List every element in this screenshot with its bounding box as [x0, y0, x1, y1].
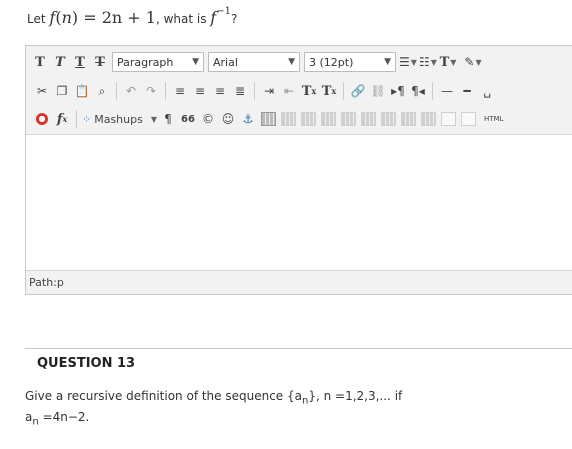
unlink-icon[interactable]: ⛓ [369, 81, 387, 101]
underline-button[interactable]: T [71, 52, 89, 72]
strikethrough-button[interactable]: T [91, 52, 109, 72]
bold-button[interactable]: T [31, 52, 49, 72]
table-row-props-icon[interactable] [279, 109, 297, 129]
insert-col-after-icon[interactable] [399, 109, 417, 129]
align-right-icon[interactable]: ≡ [211, 81, 229, 101]
chevron-down-icon: ▼ [384, 57, 391, 67]
toolbar-row-1: T T T T Paragraph ▼ Arial ▼ 3 (12pt) ▼ ☰ ▼ ☷… [26, 50, 483, 74]
indent-icon[interactable]: ⇥ [260, 81, 278, 101]
previous-question-text: Let f(n) = 2n + 1, what is f−1? [27, 5, 238, 27]
font-family-select[interactable]: Arial ▼ [208, 52, 300, 72]
redo-icon[interactable]: ↷ [142, 81, 160, 101]
math-formula-button[interactable]: fx [53, 109, 71, 129]
chevron-down-icon: ▼ [288, 57, 295, 67]
insert-col-before-icon[interactable] [379, 109, 397, 129]
toolbar-separator [76, 110, 77, 128]
paragraph-format-value: Paragraph [117, 55, 174, 69]
toolbar-separator [432, 82, 433, 100]
horizontal-rule-icon[interactable]: — [438, 81, 456, 101]
outdent-icon[interactable]: ⇤ [280, 81, 298, 101]
path-value[interactable]: p [57, 276, 64, 289]
toolbar-separator [343, 82, 344, 100]
align-justify-icon[interactable]: ≣ [231, 81, 249, 101]
question-heading: QUESTION 13 [37, 356, 136, 371]
copy-icon[interactable]: ❐ [53, 81, 71, 101]
toolbar-row-3: ● fx ⁘ Mashups ▼ ¶ 66 © ☺ ⚓ HTML [26, 107, 504, 131]
table-cell-props-icon[interactable] [299, 109, 317, 129]
path-label: Path: [29, 276, 57, 289]
question-divider [25, 348, 572, 349]
ltr-icon[interactable]: ▸¶ [389, 81, 407, 101]
toolbar-separator [165, 82, 166, 100]
editor-content-area[interactable] [26, 135, 572, 270]
merge-cells-icon[interactable] [459, 109, 477, 129]
delete-row-icon[interactable] [359, 109, 377, 129]
delete-col-icon[interactable] [419, 109, 437, 129]
mashups-button[interactable]: ⁘ Mashups ▼ [82, 109, 157, 129]
rtl-icon[interactable]: ¶◂ [409, 81, 427, 101]
paste-icon[interactable]: 📋 [73, 81, 91, 101]
chevron-down-icon: ▼ [192, 57, 199, 67]
html-source-button[interactable]: HTML [484, 109, 503, 129]
mashups-icon: ⁘ [82, 112, 92, 126]
editor-toolbar: T T T T Paragraph ▼ Arial ▼ 3 (12pt) ▼ ☰ ▼ ☷… [26, 46, 572, 135]
copyright-icon[interactable]: © [199, 109, 217, 129]
highlight-pen-icon[interactable]: ✎ ▼ [464, 52, 482, 72]
insert-table-icon[interactable] [259, 109, 277, 129]
paragraph-format-select[interactable]: Paragraph ▼ [112, 52, 204, 72]
toolbar-separator [116, 82, 117, 100]
align-left-icon[interactable]: ≡ [171, 81, 189, 101]
find-icon[interactable]: ⌕ [93, 81, 111, 101]
question-text: Give a recursive definition of the seque… [25, 389, 403, 428]
font-family-value: Arial [213, 55, 238, 69]
text-color-button[interactable]: T ▼ [439, 52, 457, 72]
thick-rule-icon[interactable]: ━ [458, 81, 476, 101]
blockquote-icon[interactable]: 66 [179, 109, 197, 129]
editor-status-bar: Path: p [26, 270, 572, 294]
insert-row-before-icon[interactable] [319, 109, 337, 129]
anchor-icon[interactable]: ⚓ [239, 109, 257, 129]
cut-icon[interactable]: ✂ [33, 81, 51, 101]
emoticon-icon[interactable]: ☺ [219, 109, 237, 129]
spellcheck-icon[interactable]: ● [33, 109, 51, 129]
subscript-button[interactable]: Tx [320, 81, 338, 101]
undo-icon[interactable]: ↶ [122, 81, 140, 101]
superscript-button[interactable]: Tx [300, 81, 318, 101]
toolbar-separator [254, 82, 255, 100]
bullet-list-icon[interactable]: ☰ ▼ [399, 52, 417, 72]
split-cells-icon[interactable] [439, 109, 457, 129]
font-size-value: 3 (12pt) [309, 55, 354, 69]
font-size-select[interactable]: 3 (12pt) ▼ [304, 52, 396, 72]
toolbar-row-2: ✂ ❐ 📋 ⌕ ↶ ↷ ≡ ≡ ≡ ≣ ⇥ ⇤ Tx Tx 🔗 ⛓ ▸¶ ¶◂ … [26, 79, 497, 103]
numbered-list-icon[interactable]: ☷ ▼ [419, 52, 437, 72]
italic-button[interactable]: T [51, 52, 69, 72]
rich-text-editor: T T T T Paragraph ▼ Arial ▼ 3 (12pt) ▼ ☰ ▼ ☷… [25, 45, 572, 295]
link-icon[interactable]: 🔗 [349, 81, 367, 101]
insert-row-after-icon[interactable] [339, 109, 357, 129]
align-center-icon[interactable]: ≡ [191, 81, 209, 101]
mashups-label: Mashups [94, 112, 143, 126]
paragraph-mark-icon[interactable]: ¶ [159, 109, 177, 129]
nonbreaking-space-icon[interactable]: ␣ [478, 81, 496, 101]
